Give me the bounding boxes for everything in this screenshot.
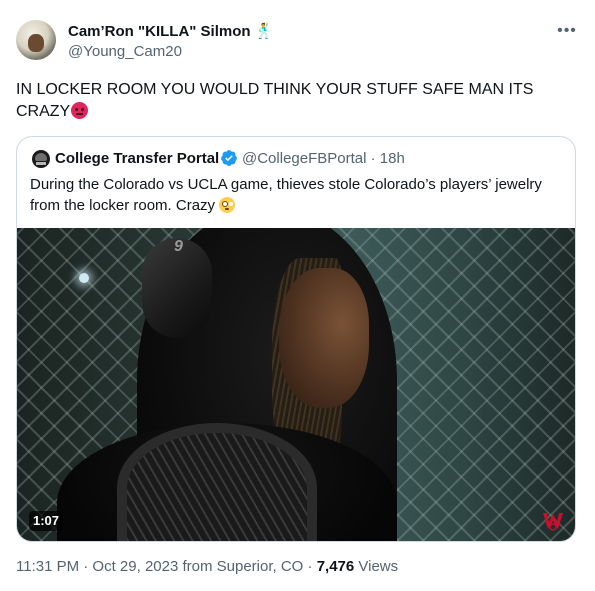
views-label: Views bbox=[354, 558, 399, 575]
quoted-handle-time[interactable]: @CollegeFBPortal · 18h bbox=[242, 150, 405, 167]
shoulder-pad bbox=[117, 423, 317, 541]
quoted-tweet[interactable]: College Transfer Portal @CollegeFBPortal… bbox=[16, 136, 576, 542]
author-name-text: Cam’Ron "KILLA" Silmon bbox=[68, 23, 251, 40]
angry-face-emoji bbox=[71, 102, 89, 119]
more-horizontal-icon[interactable]: ••• bbox=[556, 22, 578, 40]
tweet: Cam’Ron "KILLA" Silmon 🕺 @Young_Cam20 ••… bbox=[0, 0, 595, 591]
quoted-display-name[interactable]: College Transfer Portal bbox=[55, 150, 219, 167]
author-avatar[interactable] bbox=[16, 20, 56, 60]
video-player[interactable]: 9 1:07 bbox=[17, 228, 575, 541]
author-display-name[interactable]: Cam’Ron "KILLA" Silmon 🕺 bbox=[68, 22, 273, 40]
video-duration: 1:07 bbox=[29, 511, 64, 531]
tweet-meta: 11:31 PM · Oct 29, 2023 from Superior, C… bbox=[16, 558, 398, 575]
author-handle[interactable]: @Young_Cam20 bbox=[68, 43, 182, 60]
light-glow bbox=[79, 273, 89, 283]
quoted-text: During the Colorado vs UCLA game, thieve… bbox=[30, 174, 565, 216]
quoted-avatar[interactable] bbox=[32, 150, 50, 168]
watermark-logo-icon bbox=[543, 513, 563, 531]
flushed-face-emoji bbox=[219, 197, 236, 213]
timestamp-location[interactable]: 11:31 PM · Oct 29, 2023 from Superior, C… bbox=[16, 558, 317, 575]
tweet-text-body: IN LOCKER ROOM YOU WOULD THINK YOUR STUF… bbox=[16, 81, 534, 120]
tweet-text: IN LOCKER ROOM YOU WOULD THINK YOUR STUF… bbox=[16, 79, 576, 123]
views-count: 7,476 bbox=[316, 558, 355, 575]
verified-badge-icon bbox=[221, 150, 237, 166]
dancing-man-emoji: 🕺 bbox=[254, 23, 274, 40]
face bbox=[279, 268, 369, 408]
quoted-text-body: During the Colorado vs UCLA game, thieve… bbox=[30, 176, 542, 214]
headphone-number: 9 bbox=[174, 238, 183, 255]
